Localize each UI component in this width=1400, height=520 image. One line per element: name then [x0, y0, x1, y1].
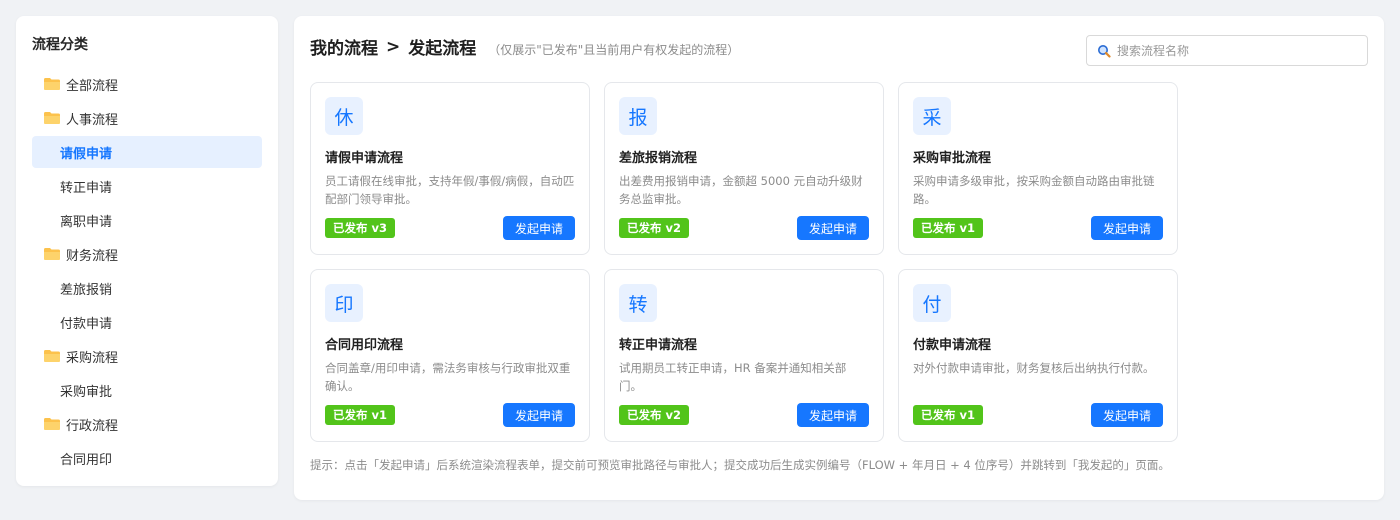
category-label: 人事流程 — [66, 112, 119, 128]
flow-icon: 采 — [913, 97, 951, 135]
status-badge: 已发布 v1 — [325, 405, 396, 425]
card-footer: 已发布 v1 发起申请 — [913, 403, 1163, 427]
flow-description: 采购申请多级审批，按采购金额自动路由审批链路。 — [913, 174, 1155, 206]
flow-card: 休请假申请流程员工请假在线审批，支持年假/事假/病假，自动匹配部门领导审批。已发… — [310, 82, 590, 255]
category-label: 离职申请 — [60, 214, 113, 230]
category-label: 转正申请 — [60, 180, 113, 196]
category-child-item[interactable]: 合同用印 — [32, 442, 262, 474]
category-tree: 全部流程人事流程请假申请转正申请离职申请财务流程差旅报销付款申请采购流程采购审批… — [32, 68, 262, 474]
page-subtitle: （仅展示"已发布"且当前用户有权发起的流程） — [488, 43, 740, 57]
hint-text: 提示：点击「发起申请」后系统渲染流程表单，提交前可预览审批路径与审批人；提交成功… — [310, 458, 1170, 472]
category-child-item[interactable]: 请假申请 — [32, 136, 262, 168]
flow-icon: 报 — [619, 97, 657, 135]
flow-title: 采购审批流程 — [913, 151, 992, 166]
breadcrumb-my-flows[interactable]: 我的流程 — [310, 34, 378, 59]
flow-description: 出差费用报销申请，金额超 5000 元自动升级财务总监审批。 — [619, 174, 863, 206]
flow-card: 报差旅报销流程出差费用报销申请，金额超 5000 元自动升级财务总监审批。已发布… — [604, 82, 884, 255]
card-footer: 已发布 v2 发起申请 — [619, 216, 869, 240]
start-request-button[interactable]: 发起申请 — [1090, 216, 1163, 240]
folder-icon — [44, 112, 60, 124]
card-footer: 已发布 v2 发起申请 — [619, 403, 869, 427]
main-panel: 我的流程 > 发起流程 （仅展示"已发布"且当前用户有权发起的流程） 休请假申请… — [294, 16, 1384, 500]
flow-title: 请假申请流程 — [325, 151, 404, 166]
start-request-button[interactable]: 发起申请 — [796, 403, 869, 427]
start-request-button[interactable]: 发起申请 — [502, 403, 575, 427]
sidebar-title: 流程分类 — [32, 37, 88, 53]
status-badge: 已发布 v2 — [619, 218, 690, 238]
category-label: 行政流程 — [66, 418, 119, 434]
flow-title: 合同用印流程 — [325, 338, 404, 353]
card-footer: 已发布 v1 发起申请 — [325, 403, 575, 427]
category-label: 付款申请 — [60, 316, 113, 332]
category-label: 财务流程 — [66, 248, 119, 264]
start-request-button[interactable]: 发起申请 — [796, 216, 869, 240]
flow-card: 印合同用印流程合同盖章/用印申请，需法务审核与行政审批双重确认。已发布 v1 发起… — [310, 269, 590, 442]
status-badge: 已发布 v3 — [325, 218, 396, 238]
flow-title: 付款申请流程 — [913, 338, 992, 353]
search-box[interactable] — [1086, 35, 1368, 66]
category-group-item[interactable]: 财务流程 — [32, 238, 262, 270]
status-badge: 已发布 v1 — [913, 405, 984, 425]
flow-card: 转转正申请流程试用期员工转正申请，HR 备案并通知相关部门。已发布 v2 发起申请 — [604, 269, 884, 442]
category-label: 采购流程 — [66, 350, 119, 366]
flow-card: 采采购审批流程采购申请多级审批，按采购金额自动路由审批链路。已发布 v1 发起申请 — [898, 82, 1178, 255]
flow-description: 试用期员工转正申请，HR 备案并通知相关部门。 — [619, 361, 847, 393]
flow-description: 员工请假在线审批，支持年假/事假/病假，自动匹配部门领导审批。 — [325, 174, 575, 206]
flow-icon: 休 — [325, 97, 363, 135]
page-header: 我的流程 > 发起流程 （仅展示"已发布"且当前用户有权发起的流程） — [310, 34, 740, 60]
flow-icon: 付 — [913, 284, 951, 322]
category-group-item[interactable]: 采购流程 — [32, 340, 262, 372]
search-icon — [1098, 44, 1111, 58]
category-group-item[interactable]: 全部流程 — [32, 68, 262, 100]
category-label: 合同用印 — [60, 452, 113, 468]
status-badge: 已发布 v2 — [619, 405, 690, 425]
breadcrumb-separator: > — [386, 36, 401, 57]
category-group-item[interactable]: 人事流程 — [32, 102, 262, 134]
status-badge: 已发布 v1 — [913, 218, 984, 238]
category-label: 全部流程 — [66, 78, 119, 94]
category-child-item[interactable]: 转正申请 — [32, 170, 262, 202]
start-request-button[interactable]: 发起申请 — [1090, 403, 1163, 427]
category-child-item[interactable]: 差旅报销 — [32, 272, 262, 304]
breadcrumb: 我的流程 > 发起流程 — [310, 34, 477, 60]
breadcrumb-start-flow: 发起流程 — [408, 39, 477, 59]
card-footer: 已发布 v1 发起申请 — [913, 216, 1163, 240]
category-sidebar: 流程分类 全部流程人事流程请假申请转正申请离职申请财务流程差旅报销付款申请采购流… — [16, 16, 278, 486]
card-footer: 已发布 v3 发起申请 — [325, 216, 575, 240]
folder-icon — [44, 248, 60, 260]
start-request-button[interactable]: 发起申请 — [502, 216, 575, 240]
category-group-item[interactable]: 行政流程 — [32, 408, 262, 440]
search-input[interactable] — [1117, 43, 1357, 58]
category-label: 差旅报销 — [60, 282, 113, 298]
category-child-item[interactable]: 采购审批 — [32, 374, 262, 406]
category-child-item[interactable]: 离职申请 — [32, 204, 262, 236]
category-label: 请假申请 — [60, 146, 113, 162]
folder-icon — [44, 78, 60, 90]
flow-card: 付付款申请流程对外付款申请审批，财务复核后出纳执行付款。已发布 v1 发起申请 — [898, 269, 1178, 442]
category-label: 采购审批 — [60, 384, 113, 400]
flow-icon: 印 — [325, 284, 363, 322]
folder-icon — [44, 418, 60, 430]
flow-title: 转正申请流程 — [619, 338, 698, 353]
folder-icon — [44, 350, 60, 362]
flow-card-grid: 休请假申请流程员工请假在线审批，支持年假/事假/病假，自动匹配部门领导审批。已发… — [310, 82, 1178, 442]
category-child-item[interactable]: 付款申请 — [32, 306, 262, 338]
flow-title: 差旅报销流程 — [619, 151, 698, 166]
flow-icon: 转 — [619, 284, 657, 322]
flow-description: 对外付款申请审批，财务复核后出纳执行付款。 — [913, 361, 1155, 375]
flow-description: 合同盖章/用印申请，需法务审核与行政审批双重确认。 — [325, 361, 571, 393]
